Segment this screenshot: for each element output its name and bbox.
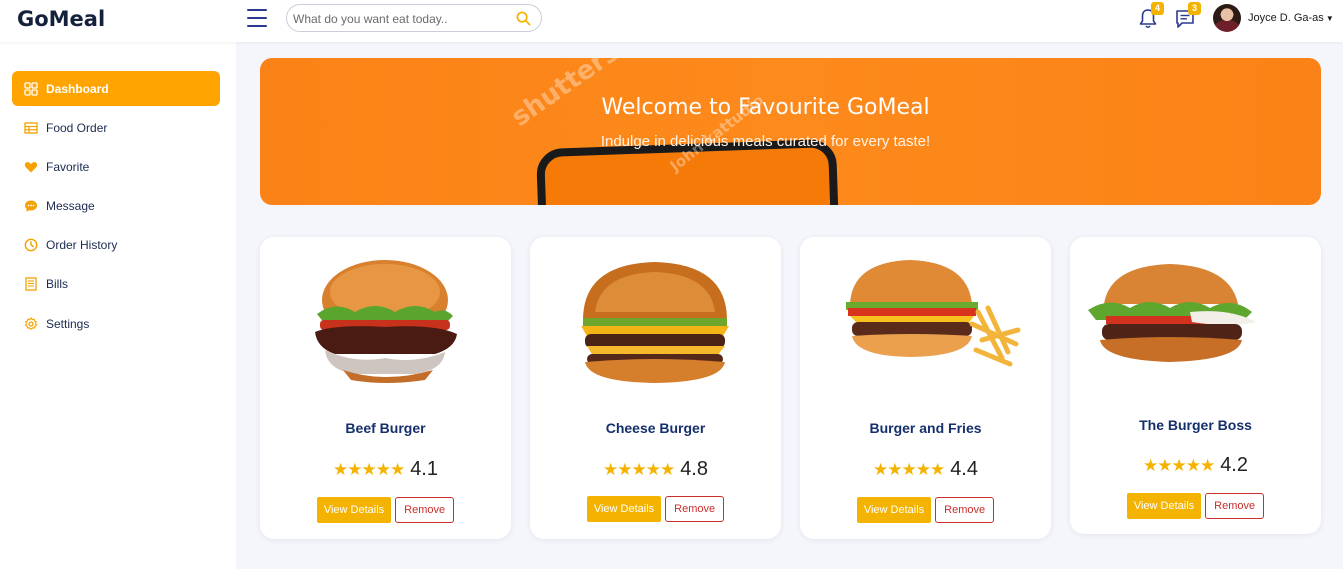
sidebar-item-message[interactable]: Message: [12, 188, 220, 223]
beef-burger-image: [315, 260, 457, 383]
sidebar-item-food-order[interactable]: Food Order: [12, 110, 220, 145]
food-card: Beef Burger ★★★★★ 4.1 View Details Remove: [260, 237, 511, 539]
view-details-button[interactable]: View Details: [1126, 493, 1202, 519]
sidebar-item-favorite[interactable]: Favorite: [12, 149, 220, 184]
top-bar: GoMeal 4 3 Joyce D. Ga-as▼: [0, 0, 1343, 42]
view-details-button[interactable]: View Details: [316, 497, 392, 523]
gear-icon: [24, 316, 38, 330]
sidebar-item-order-history[interactable]: Order History: [12, 227, 220, 262]
food-rating: ★★★★★ 4.4: [800, 458, 1051, 481]
star-rating-icon: ★★★★★: [332, 460, 405, 479]
username-label: Joyce D. Ga-as: [1248, 12, 1324, 24]
sidebar-item-settings[interactable]: Settings: [12, 306, 220, 341]
notification-count-badge: 4: [1151, 2, 1164, 15]
search-icon[interactable]: [516, 11, 531, 26]
chevron-down-icon: ▼: [1325, 14, 1334, 23]
star-rating-icon: ★★★★★: [872, 460, 945, 479]
sidebar-item-label: Favorite: [46, 159, 90, 174]
clock-icon: [24, 238, 38, 251]
notification-bell-icon[interactable]: 4: [1136, 2, 1164, 30]
view-details-button[interactable]: View Details: [856, 497, 932, 523]
grid-icon: [24, 81, 38, 96]
messages-count-badge: 3: [1188, 2, 1201, 15]
view-details-button[interactable]: View Details: [586, 496, 662, 522]
food-card: Burger and Fries ★★★★★ 4.4 View Details Re…: [800, 237, 1051, 539]
rating-value: 4.8: [680, 458, 708, 480]
sidebar-item-label: Dashboard: [46, 81, 109, 96]
food-rating: ★★★★★ 4.2: [1070, 454, 1321, 477]
food-name: The Burger Boss: [1139, 417, 1252, 433]
sidebar-item-bills[interactable]: Bills: [12, 266, 220, 301]
app-logo[interactable]: GoMeal: [17, 7, 105, 31]
burger-and-fries-image: [846, 260, 1021, 367]
sidebar-item-label: Bills: [46, 276, 69, 291]
welcome-banner: shutterstock John kattudio Welcome to Fa…: [260, 58, 1321, 205]
remove-button[interactable]: Remove: [1205, 493, 1265, 519]
chat-icon: [25, 200, 37, 212]
food-name: Burger and Fries: [869, 420, 982, 436]
banner-title: Welcome to Favourite GoMeal: [601, 95, 930, 120]
sidebar: Dashboard Food Order Favorite Message Or…: [0, 42, 236, 569]
star-rating-icon: ★★★★★: [1142, 456, 1215, 475]
food-rating: ★★★★★ 4.8: [530, 458, 781, 481]
sidebar-item-label: Order History: [46, 237, 118, 252]
heart-icon: [24, 161, 38, 172]
sidebar-item-label: Food Order: [46, 120, 108, 135]
receipt-icon: [25, 276, 37, 291]
search-input[interactable]: [293, 9, 508, 28]
search-box: [286, 4, 542, 32]
rating-value: 4.4: [950, 458, 978, 480]
food-card: The Burger Boss ★★★★★ 4.2 View Details Rem…: [1070, 237, 1321, 534]
rating-value: 4.2: [1220, 454, 1248, 476]
food-name: Beef Burger: [345, 420, 426, 436]
burger-boss-image: [1088, 264, 1256, 362]
food-card: Cheese Burger ★★★★★ 4.8 View Details Remov…: [530, 237, 781, 539]
food-name: Cheese Burger: [605, 420, 706, 436]
menu-toggle-icon[interactable]: [247, 9, 267, 27]
sidebar-item-dashboard[interactable]: Dashboard: [12, 71, 220, 106]
cheese-burger-image: [581, 262, 729, 383]
sidebar-item-label: Message: [46, 198, 95, 213]
remove-button[interactable]: Remove: [395, 497, 455, 523]
remove-button[interactable]: Remove: [935, 497, 995, 523]
sidebar-item-label: Settings: [46, 316, 90, 331]
food-rating: ★★★★★ 4.1: [260, 458, 511, 481]
remove-button[interactable]: Remove: [665, 496, 725, 522]
banner-subtitle: Indulge in delicious meals curated for e…: [600, 133, 931, 150]
table-icon: [24, 121, 38, 134]
messages-icon[interactable]: 3: [1173, 2, 1201, 30]
user-avatar[interactable]: [1213, 4, 1241, 32]
rating-value: 4.1: [410, 458, 438, 480]
user-menu[interactable]: Joyce D. Ga-as ▼: [1248, 12, 1334, 24]
star-rating-icon: ★★★★★: [602, 460, 675, 479]
